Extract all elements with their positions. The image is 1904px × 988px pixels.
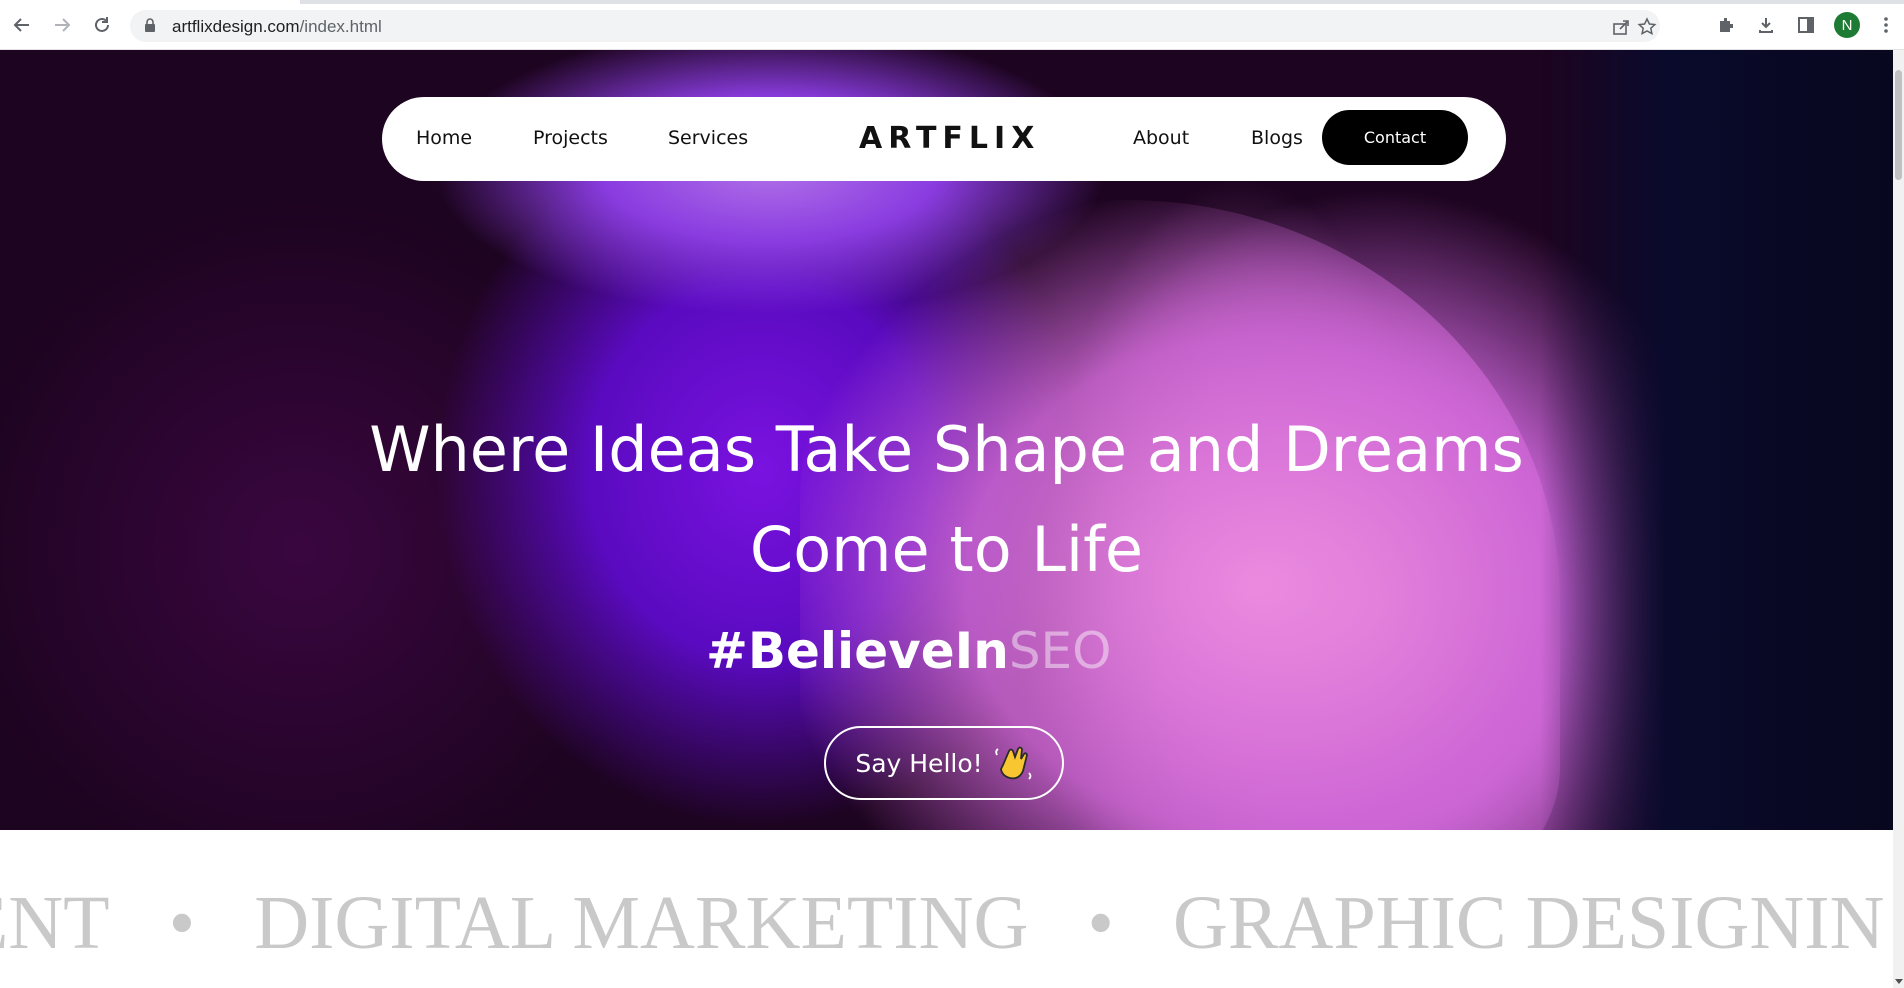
active-tab-edge — [0, 0, 300, 4]
hero-hashtag: #BelieveInSEO — [706, 622, 1112, 680]
marquee-separator: • — [1087, 881, 1114, 965]
address-bar[interactable]: artflixdesign.com/index.html — [130, 10, 1660, 42]
nav-services[interactable]: Services — [668, 127, 748, 149]
waving-hand-icon — [993, 743, 1033, 783]
url-text[interactable]: artflixdesign.com/index.html — [172, 17, 382, 37]
marquee-item: GRAPHIC DESIGNIN — [1172, 881, 1885, 965]
marquee-item: DIGITAL MARKETING — [254, 881, 1029, 965]
tab-strip — [0, 0, 1904, 4]
browser-toolbar: artflixdesign.com/index.html N — [0, 0, 1904, 50]
reload-icon[interactable] — [89, 12, 115, 38]
back-icon[interactable] — [9, 12, 35, 38]
hero-section: Home Projects Services ARTFLIX About Blo… — [0, 50, 1893, 830]
scroll-down-arrow-icon[interactable] — [1895, 979, 1903, 984]
page-scrollbar[interactable] — [1893, 50, 1904, 988]
lock-icon[interactable] — [144, 18, 156, 38]
download-icon[interactable] — [1754, 13, 1778, 37]
site-logo[interactable]: ARTFLIX — [859, 121, 1040, 156]
more-menu-icon[interactable] — [1874, 13, 1898, 37]
hero-headline-line1: Where Ideas Take Shape and Dreams — [369, 413, 1524, 486]
nav-projects[interactable]: Projects — [533, 127, 608, 149]
forward-icon[interactable] — [49, 12, 75, 38]
marquee-separator: • — [168, 881, 196, 965]
nav-blogs[interactable]: Blogs — [1251, 127, 1303, 149]
contact-button[interactable]: Contact — [1322, 110, 1468, 165]
extensions-icon[interactable] — [1714, 13, 1738, 37]
bookmark-star-icon[interactable] — [1636, 16, 1658, 38]
profile-avatar[interactable]: N — [1834, 12, 1860, 38]
hero-headline-line2: Come to Life — [749, 513, 1144, 586]
marquee-track: PMENT • DIGITAL MARKETING • GRAPHIC DESI… — [0, 880, 1893, 967]
nav-home[interactable]: Home — [416, 127, 472, 149]
scrollbar-thumb[interactable] — [1895, 70, 1902, 180]
say-hello-label: Say Hello! — [855, 748, 983, 778]
marquee-item: PMENT — [0, 881, 110, 965]
services-marquee: PMENT • DIGITAL MARKETING • GRAPHIC DESI… — [0, 830, 1893, 988]
say-hello-button[interactable]: Say Hello! — [824, 726, 1064, 800]
main-navigation: Home Projects Services ARTFLIX About Blo… — [382, 97, 1506, 181]
share-icon[interactable] — [1610, 16, 1632, 38]
side-panel-icon[interactable] — [1794, 13, 1818, 37]
nav-about[interactable]: About — [1133, 127, 1189, 149]
